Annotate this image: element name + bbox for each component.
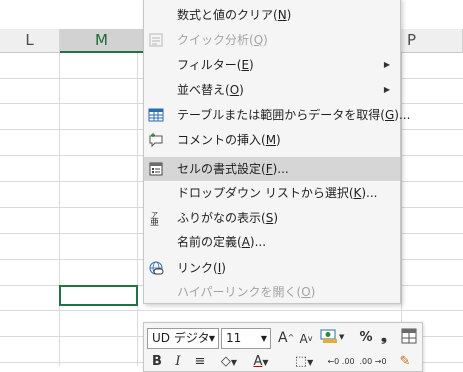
svg-text:▼: ▼ bbox=[339, 333, 345, 341]
italic-button[interactable]: I bbox=[172, 353, 184, 371]
comma-style-button[interactable]: ❟ bbox=[378, 327, 390, 345]
menu-item-insert-comment[interactable]: コメントの挿入(M) bbox=[144, 128, 400, 152]
menu-item-clear-formulas-values[interactable]: 数式と値のクリア(N) bbox=[144, 3, 400, 27]
font-name-select[interactable]: UD デジタ ▼ bbox=[147, 328, 219, 349]
mini-toolbar: UD デジタ ▼ 11 ▼ A^ Av ▼ % ❟ B I ≡ ◇▼ A▼ ⬚▼… bbox=[143, 322, 423, 372]
format-cells-icon bbox=[147, 160, 165, 178]
column-header-label: M bbox=[95, 31, 108, 49]
comma-icon: ❟ bbox=[381, 327, 387, 345]
menu-item-label: ドロップダウン リストから選択(K)... bbox=[177, 186, 378, 200]
gridline bbox=[59, 53, 60, 366]
menu-item-label: 並べ替え(O) bbox=[177, 83, 244, 97]
submenu-arrow-icon: ▶ bbox=[383, 60, 390, 69]
font-color-button[interactable]: A▼ bbox=[248, 353, 274, 372]
accounting-format-button[interactable]: ▼ bbox=[320, 327, 346, 351]
comment-icon bbox=[147, 131, 165, 149]
column-header-label: P bbox=[407, 31, 417, 49]
format-painter-button[interactable]: ✎ bbox=[396, 353, 414, 371]
menu-item-show-phonetic[interactable]: ア亜 ふりがなの表示(S) bbox=[144, 206, 400, 230]
menu-item-label: セルの書式設定(F)... bbox=[177, 162, 289, 176]
menu-item-label: ふりがなの表示(S) bbox=[177, 211, 278, 225]
menu-item-define-name[interactable]: 名前の定義(A)... bbox=[144, 230, 400, 254]
paint-bucket-icon: ◇ bbox=[220, 354, 231, 369]
gridline bbox=[137, 53, 138, 366]
shrink-font-button[interactable]: Av bbox=[298, 330, 314, 348]
paintbrush-icon: ✎ bbox=[399, 354, 411, 369]
decrease-decimal-icon: .00 →0 bbox=[359, 357, 387, 366]
borders-button[interactable]: ⬚▼ bbox=[290, 353, 318, 372]
grow-font-button[interactable]: A^ bbox=[278, 329, 294, 347]
svg-text:亜: 亜 bbox=[150, 217, 159, 226]
column-header-label: L bbox=[25, 31, 34, 49]
menu-item-get-data-from-table[interactable]: テーブルまたは範囲からデータを取得(G)... bbox=[144, 103, 410, 127]
borders-icon: ⬚ bbox=[294, 354, 308, 369]
menu-item-label: 数式と値のクリア(N) bbox=[177, 8, 292, 22]
selected-cell[interactable] bbox=[59, 285, 138, 306]
menu-item-label: ハイパーリンクを開く(O) bbox=[177, 285, 316, 299]
increase-decimal-icon: ←0 .00 bbox=[327, 357, 355, 366]
menu-item-open-hyperlink[interactable]: ハイパーリンクを開く(O) bbox=[144, 280, 400, 304]
menu-item-sort[interactable]: 並べ替え(O) ▶ bbox=[144, 78, 400, 102]
menu-item-format-cells[interactable]: セルの書式設定(F)... bbox=[144, 157, 400, 181]
column-header-m[interactable]: M bbox=[60, 29, 144, 53]
context-menu: 数式と値のクリア(N) クイック分析(Q) フィルター(E) ▶ 並べ替え(O)… bbox=[143, 0, 410, 304]
gridline bbox=[401, 53, 402, 366]
accounting-format-icon: ▼ bbox=[320, 329, 345, 343]
quick-analysis-icon bbox=[147, 31, 165, 49]
table-icon bbox=[147, 106, 165, 124]
fill-color-button[interactable]: ◇▼ bbox=[214, 353, 244, 372]
chevron-down-icon: ▼ bbox=[260, 334, 267, 343]
column-header-l[interactable]: L bbox=[0, 29, 60, 53]
menu-item-label: クイック分析(Q) bbox=[177, 33, 268, 47]
table-grid-icon bbox=[401, 328, 417, 344]
format-painter-grid-button[interactable] bbox=[400, 328, 418, 350]
bold-icon: B bbox=[152, 354, 162, 369]
italic-icon: I bbox=[175, 354, 181, 369]
menu-item-label: コメントの挿入(M) bbox=[177, 133, 281, 147]
align-center-icon: ≡ bbox=[194, 354, 206, 369]
link-icon bbox=[147, 259, 165, 277]
shrink-font-icon: A bbox=[299, 332, 308, 346]
menu-item-label: テーブルまたは範囲からデータを取得(G)... bbox=[177, 108, 411, 122]
grow-font-icon: A bbox=[278, 330, 288, 346]
gridline bbox=[0, 310, 463, 311]
percent-icon: % bbox=[359, 330, 373, 345]
font-name-value: UD デジタ bbox=[152, 331, 210, 345]
submenu-arrow-icon: ▶ bbox=[383, 85, 390, 94]
menu-item-pick-from-dropdown[interactable]: ドロップダウン リストから選択(K)... bbox=[144, 181, 400, 205]
menu-item-quick-analysis[interactable]: クイック分析(Q) bbox=[144, 28, 400, 52]
column-header-p[interactable]: P bbox=[401, 29, 463, 53]
percent-style-button[interactable]: % bbox=[358, 329, 374, 347]
center-align-button[interactable]: ≡ bbox=[192, 353, 208, 371]
bold-button[interactable]: B bbox=[150, 353, 164, 371]
chevron-down-icon: ▼ bbox=[208, 334, 215, 343]
menu-item-filter[interactable]: フィルター(E) ▶ bbox=[144, 53, 400, 77]
menu-item-link[interactable]: リンク(I) bbox=[144, 256, 400, 280]
font-size-value: 11 bbox=[226, 331, 242, 345]
increase-decimal-button[interactable]: ←0 .00 bbox=[326, 353, 356, 371]
decrease-decimal-button[interactable]: .00 →0 bbox=[358, 353, 388, 371]
font-size-select[interactable]: 11 ▼ bbox=[221, 328, 271, 349]
menu-item-label: 名前の定義(A)... bbox=[177, 235, 267, 249]
menu-item-label: フィルター(E) bbox=[177, 58, 254, 72]
phonetic-icon: ア亜 bbox=[147, 209, 165, 227]
menu-item-label: リンク(I) bbox=[177, 261, 226, 275]
